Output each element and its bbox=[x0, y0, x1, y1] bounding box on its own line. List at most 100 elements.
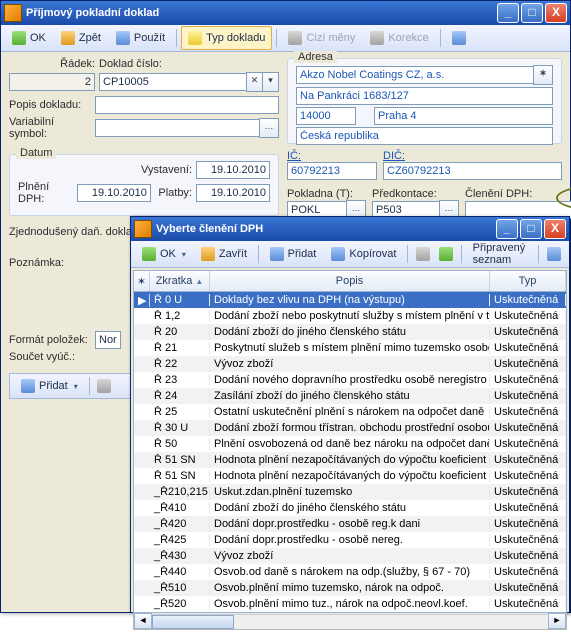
cashbox-label: Pokladna (T): bbox=[287, 188, 353, 200]
help-button[interactable] bbox=[543, 242, 565, 266]
grid-body[interactable]: ▶Ř 0 UDoklady bez vlivu na DPH (na výstu… bbox=[133, 292, 567, 613]
prepared-list-button[interactable]: Připravený seznam bbox=[466, 242, 535, 266]
cell-typ: Uskutečněná bbox=[490, 406, 566, 418]
ic-field[interactable] bbox=[287, 162, 377, 180]
cell-typ: Uskutečněná bbox=[490, 294, 566, 306]
doc-number-dropdown-button[interactable]: ▾ bbox=[262, 72, 279, 92]
scroll-track[interactable] bbox=[152, 614, 548, 629]
apply-icon bbox=[116, 31, 130, 45]
close-button-tb[interactable]: Zavřít bbox=[194, 242, 254, 266]
add-button[interactable]: Přidat bbox=[263, 242, 324, 266]
address-country-field[interactable] bbox=[296, 127, 553, 145]
table-row[interactable]: Ř 51 SNHodnota plnění nezapočítávaných d… bbox=[134, 452, 566, 468]
cell-popis: Dodání dopr.prostředku - osobě nereg. bbox=[210, 534, 490, 546]
row-marker: ▶ bbox=[134, 294, 150, 307]
maximize-button[interactable]: □ bbox=[521, 3, 543, 23]
tool-button-2[interactable] bbox=[435, 242, 457, 266]
currency-button[interactable]: Cizí měny bbox=[281, 26, 362, 50]
cell-popis: Dodání zboží do jiného členského státu bbox=[210, 326, 490, 338]
cell-typ: Uskutečněná bbox=[490, 534, 566, 546]
grid-header[interactable]: ✶ Zkratka Popis Typ bbox=[133, 270, 567, 292]
copy-button[interactable]: Kopírovat bbox=[324, 242, 403, 266]
ic-link[interactable]: IČ: bbox=[287, 150, 301, 162]
table-row[interactable]: _Ř210,215Uskut.zdan.plnění tuzemskoUskut… bbox=[134, 484, 566, 500]
header-typ[interactable]: Typ bbox=[490, 271, 566, 291]
varsymbol-field[interactable] bbox=[95, 119, 260, 137]
table-row[interactable]: _Ř425Dodání dopr.prostředku - osobě nere… bbox=[134, 532, 566, 548]
cell-zkratka: Ř 25 bbox=[150, 406, 210, 418]
doc-type-button[interactable]: Typ dokladu bbox=[181, 26, 272, 50]
table-row[interactable]: Ř 51 SNHodnota plnění nezapočítávaných d… bbox=[134, 468, 566, 484]
cell-zkratka: Ř 23 bbox=[150, 374, 210, 386]
close-button[interactable]: X bbox=[545, 3, 567, 23]
format-field[interactable] bbox=[95, 331, 121, 349]
sub-titlebar[interactable]: Vyberte členění DPH _ □ X bbox=[131, 217, 569, 241]
table-row[interactable]: Ř 1,2Dodání zboží nebo poskytnutí služby… bbox=[134, 308, 566, 324]
items-more-button[interactable] bbox=[94, 374, 114, 398]
help-button[interactable] bbox=[445, 26, 473, 50]
dic-link[interactable]: DIČ: bbox=[383, 150, 405, 162]
ok-button[interactable]: OK bbox=[5, 26, 53, 50]
minimize-button[interactable]: _ bbox=[496, 219, 518, 239]
table-row[interactable]: _Ř510Osvob.plnění mimo tuzemsko, nárok n… bbox=[134, 580, 566, 596]
table-row[interactable]: Ř 50Plnění osvobozená od daně bez nároku… bbox=[134, 436, 566, 452]
format-label: Formát položek: bbox=[9, 334, 95, 346]
table-row[interactable]: Ř 23Dodání nového dopravního prostředku … bbox=[134, 372, 566, 388]
ok-button[interactable]: OK▾ bbox=[135, 242, 193, 266]
apply-button[interactable]: Použít bbox=[109, 26, 172, 50]
address-group: Adresa ✶ bbox=[287, 58, 562, 144]
cell-typ: Uskutečněná bbox=[490, 566, 566, 578]
cell-typ: Uskutečněná bbox=[490, 310, 566, 322]
address-name-field[interactable] bbox=[296, 66, 534, 84]
table-row[interactable]: Ř 21Poskytnutí služeb s místem plnění mi… bbox=[134, 340, 566, 356]
header-marker[interactable]: ✶ bbox=[134, 271, 150, 291]
payment-date-field[interactable] bbox=[196, 184, 270, 202]
scroll-right-button[interactable]: ► bbox=[548, 613, 566, 629]
address-city-field[interactable] bbox=[374, 107, 553, 125]
vat-date-field[interactable] bbox=[77, 184, 151, 202]
doc-number-clear-button[interactable]: ✕ bbox=[246, 72, 263, 92]
address-zip-field[interactable] bbox=[296, 107, 356, 125]
cell-typ: Uskutečněná bbox=[490, 470, 566, 482]
table-row[interactable]: _Ř420Dodání dopr.prostředku - osobě reg.… bbox=[134, 516, 566, 532]
header-zkratka[interactable]: Zkratka bbox=[150, 271, 210, 291]
table-row[interactable]: ▶Ř 0 UDoklady bez vlivu na DPH (na výstu… bbox=[134, 292, 566, 308]
table-row[interactable]: Ř 24Zasílání zboží do jiného členského s… bbox=[134, 388, 566, 404]
table-row[interactable]: Ř 22Vývoz zbožíUskutečněná bbox=[134, 356, 566, 372]
correction-button[interactable]: Korekce bbox=[363, 26, 435, 50]
undo-icon bbox=[61, 31, 75, 45]
header-popis[interactable]: Popis bbox=[210, 271, 490, 291]
table-row[interactable]: _Ř440Osvob.od daně s nárokem na odp.(slu… bbox=[134, 564, 566, 580]
address-lookup-button[interactable]: ✶ bbox=[533, 65, 553, 85]
table-row[interactable]: _Ř520Osvob.plnění mimo tuz., nárok na od… bbox=[134, 596, 566, 612]
main-titlebar[interactable]: Příjmový pokladní doklad _ □ X bbox=[1, 1, 570, 25]
maximize-button[interactable]: □ bbox=[520, 219, 542, 239]
app-icon bbox=[134, 220, 152, 238]
add-item-button[interactable]: Přidat ▾ bbox=[14, 374, 85, 398]
table-row[interactable]: _Ř410Dodání zboží do jiného členského st… bbox=[134, 500, 566, 516]
minimize-button[interactable]: _ bbox=[497, 3, 519, 23]
plus-icon bbox=[270, 247, 284, 261]
cell-zkratka: _Ř420 bbox=[150, 518, 210, 530]
scroll-left-button[interactable]: ◄ bbox=[134, 613, 152, 629]
scroll-thumb[interactable] bbox=[152, 615, 234, 629]
table-row[interactable]: Ř 30 UDodání zboží formou třístran. obch… bbox=[134, 420, 566, 436]
issued-field[interactable] bbox=[196, 161, 270, 179]
back-button[interactable]: Zpět bbox=[54, 26, 108, 50]
table-row[interactable]: Ř 25Ostatní uskutečnění plnění s nárokem… bbox=[134, 404, 566, 420]
close-button[interactable]: X bbox=[544, 219, 566, 239]
varsymbol-lookup-button[interactable]: … bbox=[259, 118, 279, 138]
address-street-field[interactable] bbox=[296, 87, 553, 105]
dic-field[interactable] bbox=[383, 162, 562, 180]
cell-zkratka: _Ř210,215 bbox=[150, 486, 210, 498]
horizontal-scrollbar[interactable]: ◄ ► bbox=[133, 613, 567, 630]
tool-button-1[interactable] bbox=[412, 242, 434, 266]
cell-popis: Zasílání zboží do jiného členského státu bbox=[210, 390, 490, 402]
cell-popis: Plnění osvobozená od daně bez nároku na … bbox=[210, 438, 490, 450]
table-row[interactable]: Ř 20Dodání zboží do jiného členského stá… bbox=[134, 324, 566, 340]
table-row[interactable]: _Ř430Vývoz zbožíUskutečněná bbox=[134, 548, 566, 564]
cell-popis: Dodání zboží do jiného členského státu bbox=[210, 502, 490, 514]
doc-number-field[interactable] bbox=[99, 73, 247, 91]
cell-typ: Uskutečněná bbox=[490, 486, 566, 498]
desc-field[interactable] bbox=[95, 96, 279, 114]
